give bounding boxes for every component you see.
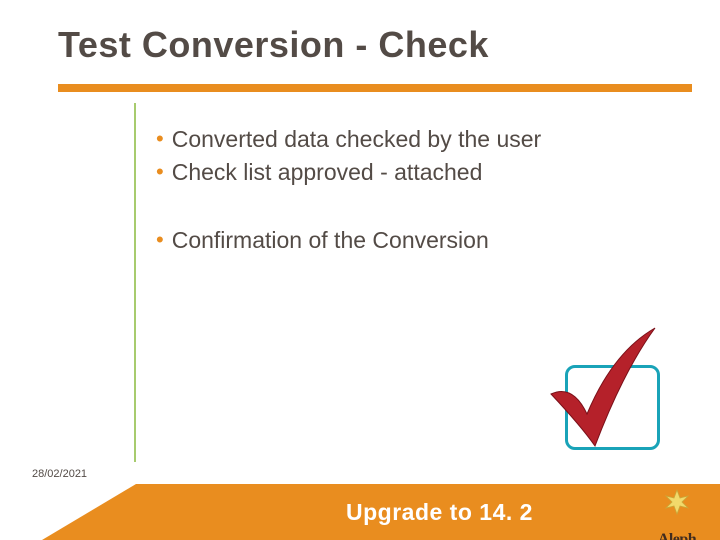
title-underline — [58, 84, 692, 92]
checkmark-icon — [523, 322, 663, 452]
check-graphic — [515, 330, 660, 450]
slide: Test Conversion - Check • Converted data… — [0, 0, 720, 540]
bullet-item: • Check list approved - attached — [156, 156, 692, 189]
bullet-item: • Converted data checked by the user — [156, 123, 692, 156]
bullet-dot-icon: • — [156, 123, 164, 155]
bullet-text: Converted data checked by the user — [172, 123, 542, 156]
bullet-dot-icon: • — [156, 224, 164, 256]
slide-date: 28/02/2021 — [32, 468, 87, 480]
spacer — [156, 190, 692, 224]
footer-triangle-icon — [42, 484, 136, 540]
logo-star-icon — [660, 488, 694, 516]
bullet-list: • Converted data checked by the user • C… — [156, 123, 692, 257]
bullet-item: • Confirmation of the Conversion — [156, 224, 692, 257]
logo: Aleph — [646, 490, 708, 534]
footer-bar: Upgrade to 14. 2 — [136, 484, 720, 540]
left-panel — [58, 103, 136, 462]
bullet-text: Confirmation of the Conversion — [172, 224, 489, 257]
slide-title: Test Conversion - Check — [58, 24, 680, 66]
footer-text: Upgrade to 14. 2 — [346, 499, 533, 526]
title-wrap: Test Conversion - Check — [58, 24, 680, 66]
footer: Upgrade to 14. 2 Aleph — [0, 482, 720, 540]
logo-text: Aleph — [658, 532, 696, 540]
bullet-text: Check list approved - attached — [172, 156, 483, 189]
bullet-dot-icon: • — [156, 156, 164, 188]
